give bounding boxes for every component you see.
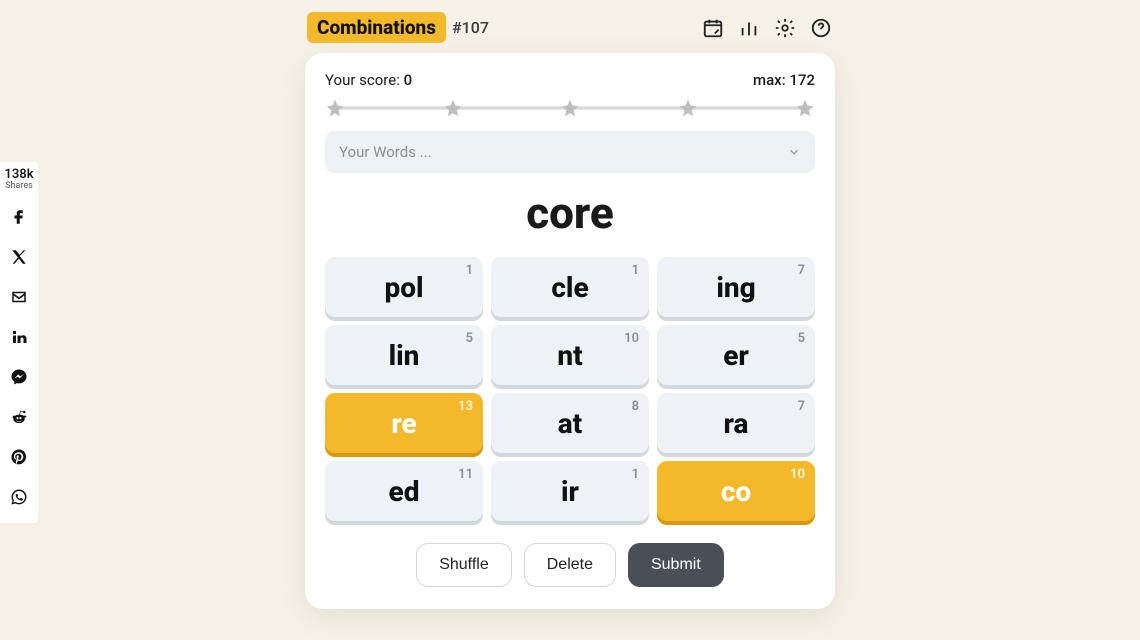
settings-button[interactable] xyxy=(773,16,797,40)
calendar-button[interactable] xyxy=(701,16,725,40)
facebook-icon xyxy=(10,208,28,226)
game-container: Combinations #107 Your score: 0 xyxy=(305,12,835,609)
tile-count: 1 xyxy=(466,263,473,278)
submit-button[interactable]: Submit xyxy=(628,543,724,587)
tile-count: 5 xyxy=(798,331,805,346)
tile-co[interactable]: co 10 xyxy=(657,461,815,521)
calendar-icon xyxy=(702,17,724,39)
share-email[interactable] xyxy=(0,277,38,317)
chevron-down-icon xyxy=(787,145,801,159)
share-count: 138k xyxy=(0,168,38,181)
gear-icon xyxy=(774,17,796,39)
header: Combinations #107 xyxy=(305,12,835,43)
score-row: Your score: 0 max: 172 xyxy=(325,71,815,89)
tile-count: 5 xyxy=(466,331,473,346)
your-words-placeholder: Your Words ... xyxy=(339,143,432,161)
header-icons xyxy=(701,16,833,40)
your-words-dropdown[interactable]: Your Words ... xyxy=(325,131,815,173)
tile-text: ra xyxy=(724,407,749,440)
star-5 xyxy=(795,98,815,118)
tile-count: 11 xyxy=(458,467,473,482)
tile-count: 8 xyxy=(632,399,639,414)
tile-text: ir xyxy=(561,475,579,508)
pinterest-icon xyxy=(10,448,28,466)
tile-text: cle xyxy=(551,271,588,304)
help-button[interactable] xyxy=(809,16,833,40)
tile-count: 10 xyxy=(790,467,805,482)
tile-ed[interactable]: ed 11 xyxy=(325,461,483,521)
bar-chart-icon xyxy=(738,17,760,39)
share-pinterest[interactable] xyxy=(0,437,38,477)
reddit-icon xyxy=(10,408,28,426)
share-linkedin[interactable] xyxy=(0,317,38,357)
tile-text: pol xyxy=(384,271,423,304)
tile-at[interactable]: at 8 xyxy=(491,393,649,453)
current-word: core xyxy=(325,187,815,239)
game-title: Combinations xyxy=(307,12,446,43)
linkedin-icon xyxy=(10,328,28,346)
share-x[interactable] xyxy=(0,237,38,277)
star-4 xyxy=(678,98,698,118)
tile-ir[interactable]: ir 1 xyxy=(491,461,649,521)
tile-text: at xyxy=(558,407,583,440)
share-messenger[interactable] xyxy=(0,357,38,397)
max-score-value: 172 xyxy=(789,71,815,89)
tile-count: 1 xyxy=(632,263,639,278)
whatsapp-icon xyxy=(10,488,28,506)
puzzle-number: #107 xyxy=(452,18,489,37)
tile-count: 7 xyxy=(798,263,805,278)
tile-count: 13 xyxy=(458,399,473,414)
action-buttons: Shuffle Delete Submit xyxy=(325,543,815,587)
header-left: Combinations #107 xyxy=(307,12,489,43)
star-2 xyxy=(443,98,463,118)
share-whatsapp[interactable] xyxy=(0,477,38,517)
share-sidebar: 138k Shares xyxy=(0,162,38,523)
tile-text: ing xyxy=(716,271,755,304)
tile-text: nt xyxy=(557,339,582,372)
share-facebook[interactable] xyxy=(0,197,38,237)
max-score-label: max: xyxy=(753,71,786,89)
tile-pol[interactable]: pol 1 xyxy=(325,257,483,317)
tile-text: co xyxy=(721,475,751,508)
shuffle-button[interactable]: Shuffle xyxy=(416,543,512,587)
max-score: max: 172 xyxy=(753,71,815,89)
tile-count: 1 xyxy=(632,467,639,482)
stats-button[interactable] xyxy=(737,16,761,40)
your-score: Your score: 0 xyxy=(325,71,412,89)
tile-text: er xyxy=(723,339,749,372)
tile-cle[interactable]: cle 1 xyxy=(491,257,649,317)
share-reddit[interactable] xyxy=(0,397,38,437)
game-card: Your score: 0 max: 172 Your Words ... co… xyxy=(305,53,835,609)
email-icon xyxy=(10,288,28,306)
tile-count: 7 xyxy=(798,399,805,414)
star-1 xyxy=(325,98,345,118)
tile-text: re xyxy=(391,407,416,440)
x-icon xyxy=(10,248,28,266)
tile-er[interactable]: er 5 xyxy=(657,325,815,385)
tile-re[interactable]: re 13 xyxy=(325,393,483,453)
tile-lin[interactable]: lin 5 xyxy=(325,325,483,385)
messenger-icon xyxy=(10,368,28,386)
share-count-label: Shares xyxy=(0,181,38,191)
progress-stars xyxy=(325,97,815,119)
your-score-label: Your score: xyxy=(325,71,400,89)
delete-button[interactable]: Delete xyxy=(524,543,616,587)
help-icon xyxy=(810,17,832,39)
tile-text: lin xyxy=(389,339,420,372)
tile-ing[interactable]: ing 7 xyxy=(657,257,815,317)
star-3 xyxy=(560,98,580,118)
your-score-value: 0 xyxy=(404,71,413,89)
tile-count: 10 xyxy=(624,331,639,346)
tile-grid: pol 1 cle 1 ing 7 lin 5 nt 10 er 5 re 13 at 8 ra 7 ed 11 ir 1… xyxy=(325,257,815,521)
tile-text: ed xyxy=(389,475,420,508)
tile-ra[interactable]: ra 7 xyxy=(657,393,815,453)
tile-nt[interactable]: nt 10 xyxy=(491,325,649,385)
